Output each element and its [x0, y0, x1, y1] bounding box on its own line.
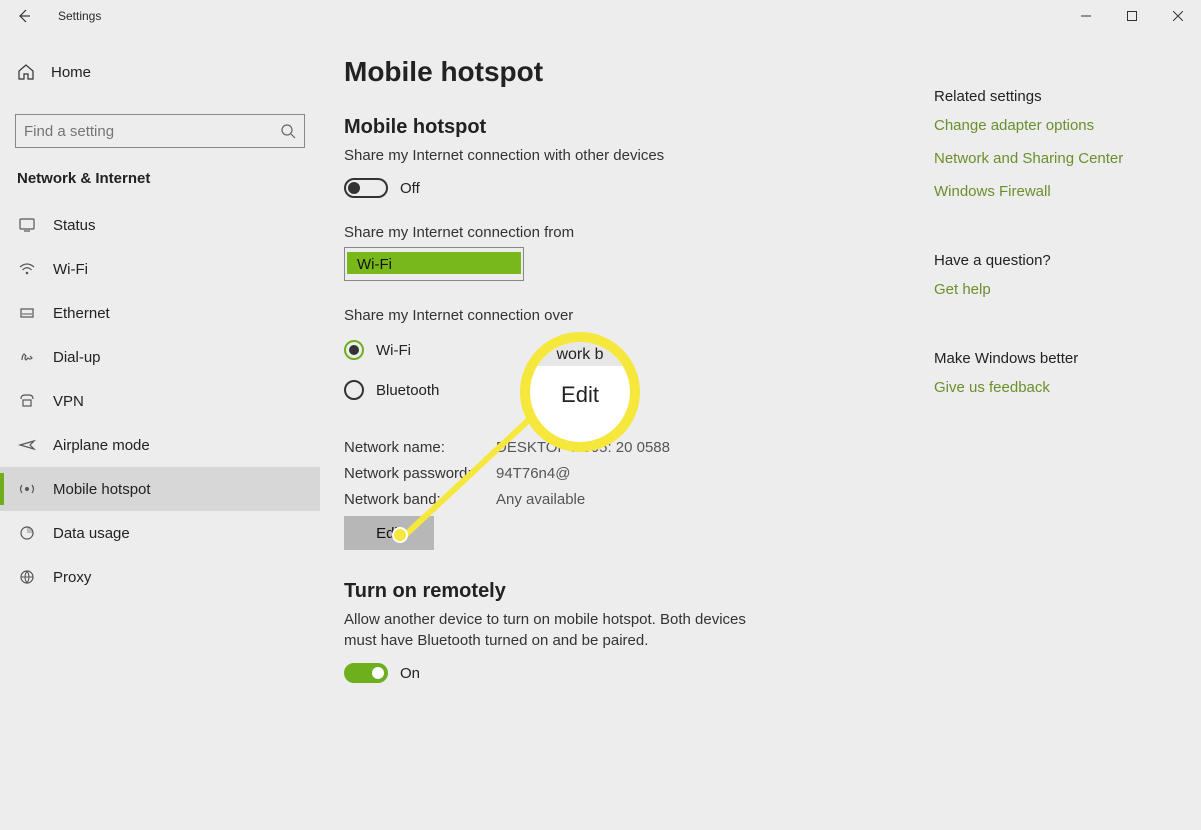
info-val: Any available: [496, 491, 585, 508]
ethernet-icon: [17, 304, 37, 322]
sidebar-item-data[interactable]: Data usage: [0, 511, 335, 555]
radio-icon: [344, 380, 364, 400]
share-from-label: Share my Internet connection from: [344, 224, 934, 241]
section-remote-sub: Allow another device to turn on mobile h…: [344, 609, 764, 651]
proxy-icon: [17, 568, 37, 586]
remote-toggle[interactable]: [344, 663, 388, 683]
share-over-label: Share my Internet connection over: [344, 307, 934, 324]
share-from-value: Wi-Fi: [357, 256, 392, 273]
hotspot-toggle-label: Off: [400, 180, 420, 197]
section-hotspot-title: Mobile hotspot: [344, 116, 934, 139]
body: Home Network & Internet Status Wi-Fi Eth…: [0, 32, 1201, 830]
settings-window: Settings Home: [0, 0, 1201, 830]
annotation-dot: [392, 527, 408, 543]
search-box[interactable]: [15, 114, 305, 148]
back-button[interactable]: [0, 0, 48, 32]
sidebar-item-label: Ethernet: [53, 305, 110, 322]
info-val: 94T76n4@: [496, 465, 570, 482]
close-icon: [1173, 11, 1183, 21]
window-title: Settings: [58, 9, 101, 23]
radio-label: Wi-Fi: [376, 342, 411, 359]
home-icon: [17, 63, 35, 81]
arrow-left-icon: [16, 8, 32, 24]
sidebar-item-hotspot[interactable]: Mobile hotspot: [0, 467, 335, 511]
link-sharing-center[interactable]: Network and Sharing Center: [934, 150, 1184, 167]
sidebar-item-proxy[interactable]: Proxy: [0, 555, 335, 599]
minimize-button[interactable]: [1063, 0, 1109, 32]
content-column: Mobile hotspot Mobile hotspot Share my I…: [344, 56, 934, 830]
sidebar-item-label: Wi-Fi: [53, 261, 88, 278]
network-info: Network name: DESKTOP-A005: 20 0588 Netw…: [344, 434, 934, 512]
data-usage-icon: [17, 524, 37, 542]
sidebar-item-label: VPN: [53, 393, 84, 410]
page-title: Mobile hotspot: [344, 56, 934, 88]
home-label: Home: [51, 64, 91, 81]
sidebar-item-label: Status: [53, 217, 96, 234]
sidebar-item-wifi[interactable]: Wi-Fi: [0, 247, 335, 291]
sidebar-item-label: Mobile hotspot: [53, 481, 151, 498]
sidebar: Home Network & Internet Status Wi-Fi Eth…: [0, 32, 320, 830]
magnifier-top-text: work b: [530, 342, 630, 366]
titlebar: Settings: [0, 0, 1201, 32]
radio-label: Bluetooth: [376, 382, 439, 399]
search-icon: [280, 123, 296, 139]
sidebar-item-label: Airplane mode: [53, 437, 150, 454]
sidebar-item-ethernet[interactable]: Ethernet: [0, 291, 335, 335]
sidebar-item-label: Dial-up: [53, 349, 101, 366]
wifi-icon: [17, 260, 37, 278]
hotspot-icon: [17, 480, 37, 498]
dialup-icon: [17, 348, 37, 366]
right-column: Related settings Change adapter options …: [934, 56, 1184, 830]
close-button[interactable]: [1155, 0, 1201, 32]
sidebar-item-label: Data usage: [53, 525, 130, 542]
remote-toggle-label: On: [400, 665, 420, 682]
category-header: Network & Internet: [15, 170, 305, 187]
radio-icon: [344, 340, 364, 360]
section-remote-title: Turn on remotely: [344, 580, 934, 603]
radio-wifi[interactable]: Wi-Fi: [344, 330, 934, 370]
info-key: Network name:: [344, 439, 496, 456]
related-settings-title: Related settings: [934, 88, 1184, 105]
sidebar-item-status[interactable]: Status: [0, 203, 335, 247]
window-controls: [1063, 0, 1201, 32]
maximize-icon: [1127, 11, 1137, 21]
info-key: Network band:: [344, 491, 496, 508]
link-firewall[interactable]: Windows Firewall: [934, 183, 1184, 200]
link-get-help[interactable]: Get help: [934, 281, 1184, 298]
remote-toggle-row: On: [344, 663, 934, 683]
hotspot-toggle-row: Off: [344, 178, 934, 198]
vpn-icon: [17, 392, 37, 410]
info-row-password: Network password: 94T76n4@: [344, 460, 934, 486]
status-icon: [17, 216, 37, 234]
sidebar-item-vpn[interactable]: VPN: [0, 379, 335, 423]
better-title: Make Windows better: [934, 350, 1184, 367]
hotspot-toggle[interactable]: [344, 178, 388, 198]
sidebar-item-airplane[interactable]: Airplane mode: [0, 423, 335, 467]
main-area: Mobile hotspot Mobile hotspot Share my I…: [320, 32, 1201, 830]
link-adapter-options[interactable]: Change adapter options: [934, 117, 1184, 134]
sidebar-item-label: Proxy: [53, 569, 91, 586]
annotation-magnifier: work b Edit: [520, 332, 640, 452]
minimize-icon: [1081, 11, 1091, 21]
info-row-name: Network name: DESKTOP-A005: 20 0588: [344, 434, 934, 460]
magnifier-edit-text: Edit: [530, 376, 630, 408]
share-from-dropdown[interactable]: Wi-Fi: [344, 247, 524, 281]
link-feedback[interactable]: Give us feedback: [934, 379, 1184, 396]
maximize-button[interactable]: [1109, 0, 1155, 32]
airplane-icon: [17, 436, 37, 454]
sidebar-item-dialup[interactable]: Dial-up: [0, 335, 335, 379]
section-hotspot-sub: Share my Internet connection with other …: [344, 145, 764, 166]
home-nav[interactable]: Home: [15, 52, 305, 92]
question-title: Have a question?: [934, 252, 1184, 269]
search-input[interactable]: [24, 123, 280, 140]
